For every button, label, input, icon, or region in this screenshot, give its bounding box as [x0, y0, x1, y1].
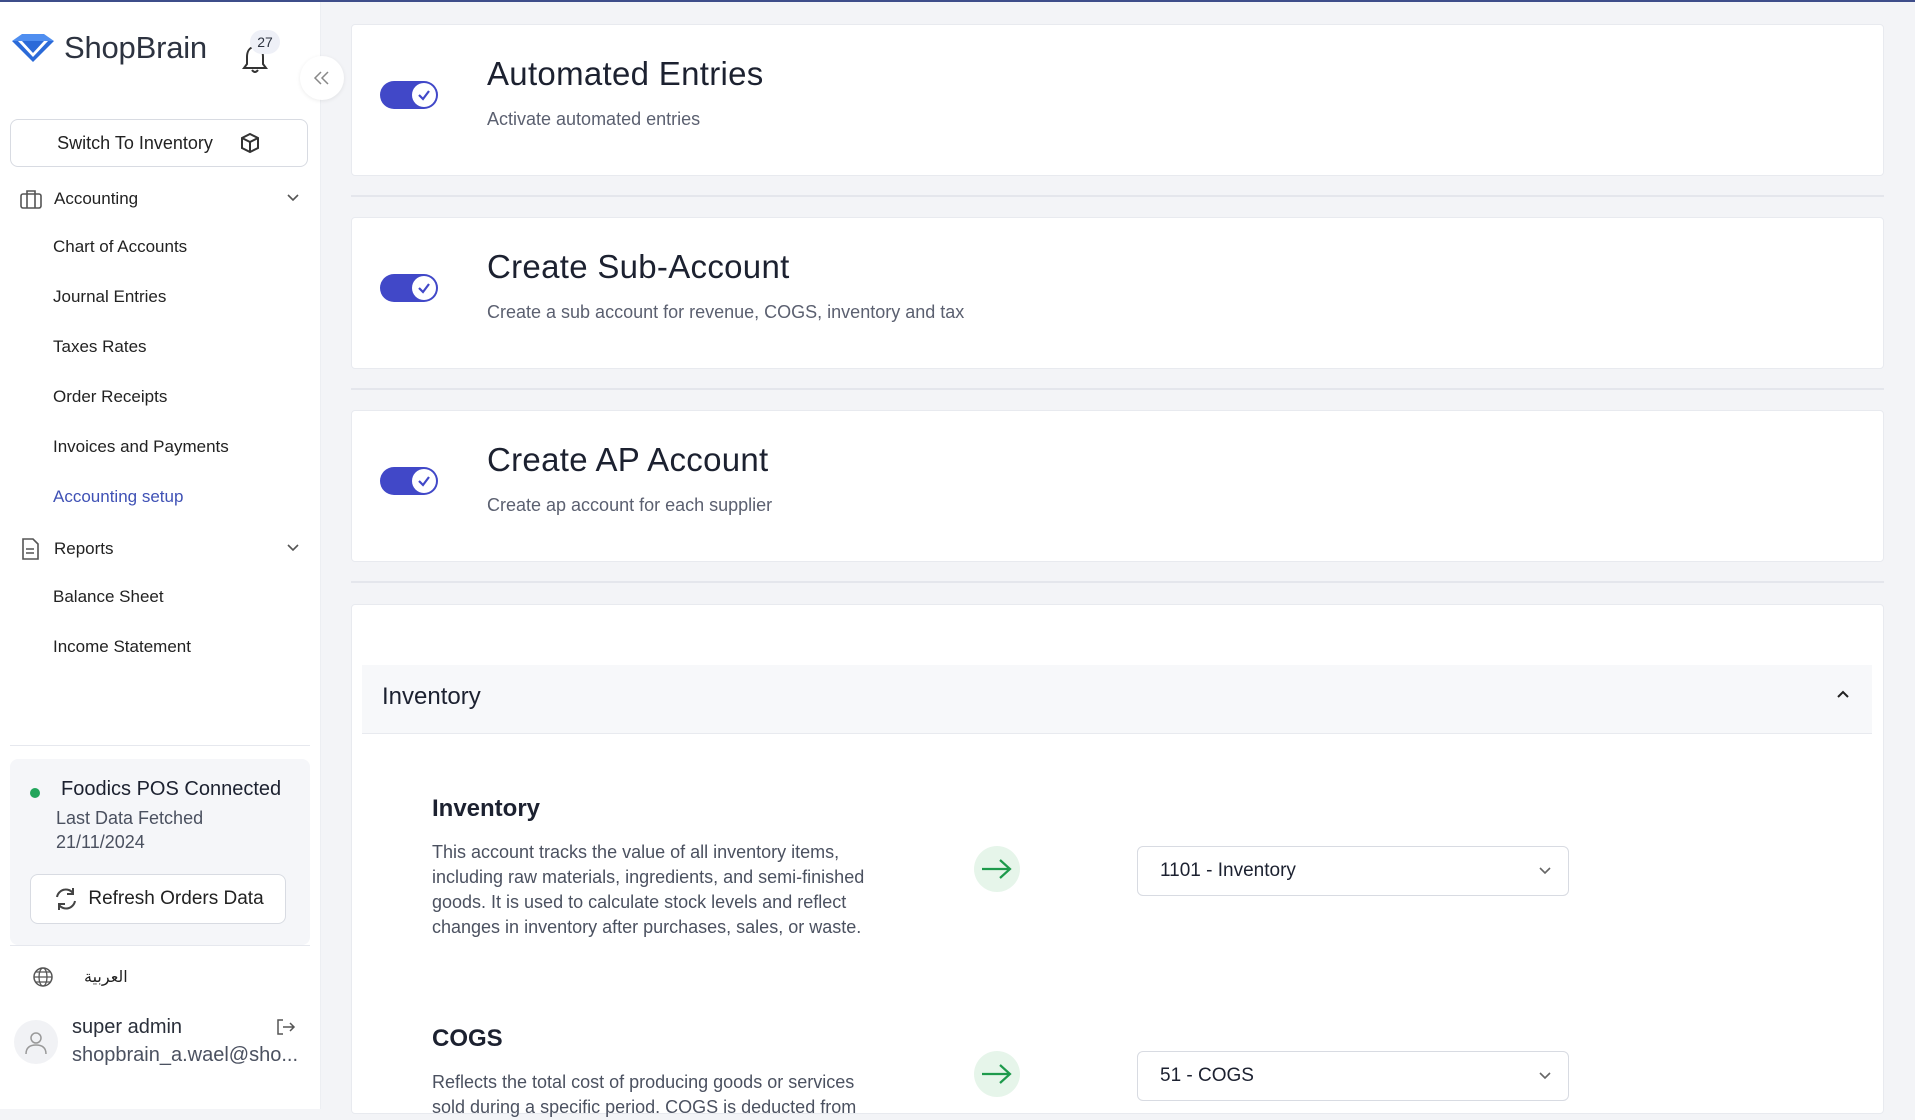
check-icon — [418, 283, 430, 294]
switch-to-inventory-button[interactable]: Switch To Inventory — [10, 119, 308, 167]
toggle-knob — [412, 469, 436, 493]
user-name: super admin — [72, 1016, 183, 1038]
inventory-accounts-panel: Inventory Inventory This account tracks … — [351, 604, 1884, 1117]
sidebar-item-taxes-rates[interactable]: Taxes Rates — [53, 337, 147, 357]
chevron-down-icon — [1539, 867, 1551, 875]
chevron-down-icon — [287, 194, 299, 202]
last-fetched-date: 21/11/2024 — [56, 832, 145, 852]
sidebar-item-income-statement[interactable]: Income Statement — [53, 637, 191, 657]
create-sub-account-toggle[interactable] — [380, 274, 438, 302]
select-value: 51 - COGS — [1160, 1065, 1254, 1086]
setting-description: Activate automated entries — [487, 109, 701, 129]
arrow-right-icon — [982, 1064, 1012, 1084]
toggle-knob — [412, 276, 436, 300]
account-title: COGS — [432, 1025, 503, 1052]
chevron-down-icon — [287, 544, 299, 552]
select-value: 1101 - Inventory — [1160, 860, 1296, 881]
accordion-title: Inventory — [382, 683, 481, 710]
refresh-button-label: Refresh Orders Data — [88, 888, 264, 909]
switch-button-label: Switch To Inventory — [57, 132, 213, 153]
notification-badge: 27 — [250, 30, 280, 54]
chevron-down-icon — [1539, 1072, 1551, 1080]
sidebar-item-accounting-setup[interactable]: Accounting setup — [53, 487, 183, 507]
double-chevron-left-icon — [313, 71, 329, 85]
chevron-up-icon — [1837, 690, 1849, 698]
pos-status-title: Foodics POS Connected — [61, 778, 282, 800]
refresh-orders-button[interactable]: Refresh Orders Data — [30, 874, 286, 924]
setting-title: Automated Entries — [487, 55, 764, 92]
section-separator — [351, 581, 1884, 583]
language-switcher[interactable]: العربية — [32, 966, 128, 988]
setting-card-create-sub-account: Create Sub-Account Create a sub account … — [351, 217, 1884, 369]
setting-card-automated-entries: Automated Entries Activate automated ent… — [351, 24, 1884, 176]
setting-description: Create a sub account for revenue, COGS, … — [487, 302, 965, 322]
account-description: Reflects the total cost of producing goo… — [432, 1072, 857, 1117]
document-icon — [20, 537, 44, 561]
app-logo[interactable]: ShopBrain — [10, 30, 207, 66]
connection-status-dot — [30, 788, 40, 798]
briefcase-icon — [20, 187, 44, 211]
automated-entries-toggle[interactable] — [380, 81, 438, 109]
last-fetched-label: Last Data Fetched — [56, 808, 204, 828]
mapping-arrow — [974, 846, 1020, 892]
toggle-knob — [412, 83, 436, 107]
sidebar-item-chart-of-accounts[interactable]: Chart of Accounts — [53, 237, 187, 257]
app-name: ShopBrain — [64, 30, 207, 65]
sidebar-item-invoices-and-payments[interactable]: Invoices and Payments — [53, 437, 229, 457]
account-title: Inventory — [432, 795, 541, 822]
nav-section-accounting[interactable]: Accounting — [20, 187, 300, 211]
sidebar-item-order-receipts[interactable]: Order Receipts — [53, 387, 167, 407]
refresh-icon — [56, 888, 77, 910]
collapse-sidebar-button[interactable] — [300, 56, 344, 100]
pos-integration-card: Foodics POS Connected Last Data Fetched … — [10, 759, 310, 945]
inventory-accordion-header[interactable]: Inventory — [362, 665, 1872, 734]
box-icon — [240, 132, 259, 154]
section-separator — [351, 388, 1884, 390]
nav-section-label: Accounting — [54, 189, 139, 208]
last-fetched: Last Data Fetched 21/11/2024 — [56, 806, 203, 854]
sidebar-item-journal-entries[interactable]: Journal Entries — [53, 287, 166, 307]
sidebar-item-balance-sheet[interactable]: Balance Sheet — [53, 587, 164, 607]
setting-title: Create AP Account — [487, 441, 769, 478]
mapping-arrow — [974, 1051, 1020, 1097]
user-email: shopbrain_a.wael@sho... — [72, 1044, 298, 1066]
language-label: العربية — [84, 969, 128, 986]
check-icon — [418, 90, 430, 101]
user-icon — [25, 1032, 47, 1055]
setting-title: Create Sub-Account — [487, 248, 790, 285]
setting-card-create-ap-account: Create AP Account Create ap account for … — [351, 410, 1884, 562]
section-separator — [351, 195, 1884, 197]
diamond-logo-icon — [12, 34, 54, 62]
sidebar-divider — [10, 745, 310, 746]
sidebar-divider — [10, 945, 310, 946]
setting-description: Create ap account for each supplier — [487, 495, 773, 515]
user-profile: super admin shopbrain_a.wael@sho... — [14, 1012, 304, 1072]
nav-section-label: Reports — [54, 539, 114, 558]
inventory-account-select[interactable]: 1101 - Inventory — [1137, 846, 1569, 896]
create-ap-account-toggle[interactable] — [380, 467, 438, 495]
account-description: This account tracks the value of all inv… — [432, 842, 865, 937]
arrow-right-icon — [982, 859, 1012, 879]
globe-icon — [33, 967, 53, 987]
avatar[interactable] — [14, 1020, 58, 1064]
sidebar: ShopBrain 27 Switch To Inventory Account… — [0, 2, 321, 1109]
check-icon — [418, 476, 430, 487]
nav-section-reports[interactable]: Reports — [20, 537, 300, 561]
cogs-account-select[interactable]: 51 - COGS — [1137, 1051, 1569, 1101]
logout-icon[interactable] — [276, 1018, 296, 1036]
